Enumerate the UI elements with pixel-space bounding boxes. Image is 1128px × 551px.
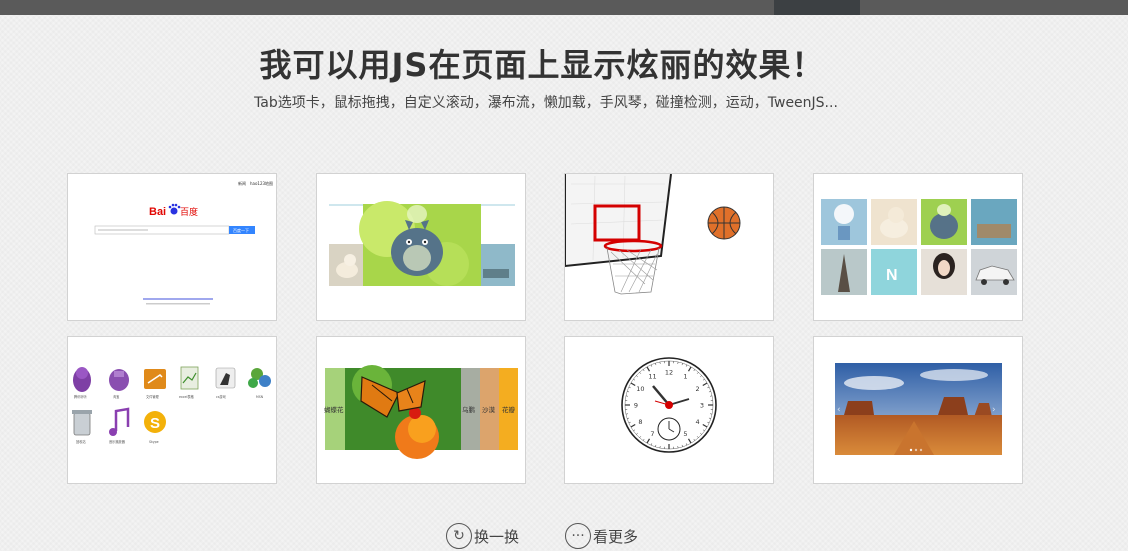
- bottom-actions: ↻ 换一换 ··· 看更多: [446, 521, 638, 551]
- svg-text:1: 1: [683, 373, 687, 381]
- svg-text:5: 5: [683, 430, 687, 438]
- folder-icon: [144, 369, 166, 389]
- svg-text:7: 7: [650, 430, 654, 438]
- more-button[interactable]: ··· 看更多: [565, 523, 638, 549]
- svg-text:MSN: MSN: [256, 395, 264, 399]
- svg-text:N: N: [886, 267, 898, 284]
- accordion-label-4: 花瓣: [502, 405, 516, 414]
- svg-text:excel表格: excel表格: [179, 394, 195, 399]
- demo-card-basketball[interactable]: [564, 173, 774, 321]
- page-subtitle: Tab选项卡，鼠标拖拽，自定义滚动，瀑布流，懒加载，手风琴，碰撞检测，运动，Tw…: [254, 95, 838, 111]
- baidu-paw-icon: [168, 203, 181, 215]
- baidu-nav-hao123: hao123: [250, 181, 266, 186]
- svg-text:腾讯听听: 腾讯听听: [74, 394, 88, 399]
- demo-card-slideshow[interactable]: [316, 173, 526, 321]
- svg-text:淘宝: 淘宝: [113, 394, 119, 399]
- recycle-bin-icon: [72, 410, 92, 436]
- purple-penguin-icon: [73, 367, 91, 392]
- ellipsis-icon: ···: [565, 523, 592, 549]
- demo-card-landscape-slider[interactable]: ‹ ›: [813, 336, 1023, 484]
- msn-icon: [248, 368, 271, 388]
- svg-text:4: 4: [696, 418, 700, 426]
- svg-text:3: 3: [700, 401, 704, 409]
- refresh-button[interactable]: ↻ 换一换: [446, 523, 519, 549]
- svg-text:12: 12: [665, 368, 673, 376]
- svg-text:cs游戏: cs游戏: [216, 394, 227, 399]
- taobao-icon: [109, 369, 129, 391]
- demo-card-desktop[interactable]: 腾讯听听 淘宝 文件管理 excel表格 cs游戏 MSN S 回收站 音乐播放…: [67, 336, 277, 484]
- baidu-nav-map: 地图: [265, 180, 273, 186]
- slider-next-icon[interactable]: ›: [992, 405, 996, 415]
- accordion-label-3: 沙漠: [482, 405, 496, 414]
- svg-text:10: 10: [636, 385, 644, 393]
- accordion-label-2: 乌鹏: [462, 405, 476, 414]
- svg-text:回收站: 回收站: [76, 439, 86, 444]
- baidu-logo-bai: Bai: [149, 206, 166, 218]
- svg-text:文件管理: 文件管理: [146, 394, 160, 399]
- desktop-thumbnail: 腾讯听听 淘宝 文件管理 excel表格 cs游戏 MSN S 回收站 音乐播放…: [72, 366, 271, 444]
- refresh-label: 换一换: [474, 527, 520, 546]
- svg-text:8: 8: [638, 418, 642, 426]
- svg-text:音乐播放器: 音乐播放器: [109, 439, 126, 444]
- skype-icon: S: [144, 411, 166, 433]
- demo-card-clock[interactable]: 123456789101112: [564, 336, 774, 484]
- accordion-label-1: 蝴蝶花: [324, 405, 344, 414]
- svg-text:11: 11: [648, 373, 656, 381]
- clock-icon: 123456789101112: [621, 357, 717, 453]
- demo-card-image-grid[interactable]: N: [813, 173, 1023, 321]
- page-title: 我可以用JS在页面上显示炫丽的效果！: [259, 46, 825, 84]
- top-bar-active-segment: [774, 0, 860, 15]
- excel-icon: [180, 366, 199, 390]
- top-bar: [0, 0, 1128, 15]
- cs-game-icon: [215, 367, 236, 389]
- svg-text:百度一下: 百度一下: [233, 227, 249, 233]
- svg-text:9: 9: [634, 401, 638, 409]
- slideshow-thumbnail: [329, 201, 515, 286]
- baidu-thumbnail: 新闻 hao123 地图 Bai 百度 百度一下: [94, 180, 273, 305]
- more-label: 看更多: [593, 527, 639, 546]
- baidu-logo-du: 百度: [180, 206, 198, 218]
- image-grid-thumbnail: N: [821, 199, 1017, 295]
- demo-card-accordion[interactable]: 蝴蝶花 乌鹏 沙漠 花瓣: [316, 336, 526, 484]
- refresh-icon: ↻: [446, 523, 472, 549]
- svg-text:Skype: Skype: [149, 440, 159, 444]
- demo-card-baidu[interactable]: 新闻 hao123 地图 Bai 百度 百度一下: [67, 173, 277, 321]
- clock-thumbnail: 123456789101112: [621, 357, 717, 453]
- music-icon: [109, 407, 130, 436]
- baidu-nav-news: 新闻: [238, 180, 246, 186]
- landscape-slider-thumbnail: ‹ ›: [835, 363, 1002, 455]
- svg-text:2: 2: [696, 385, 700, 393]
- svg-text:S: S: [150, 415, 160, 432]
- accordion-thumbnail: 蝴蝶花 乌鹏 沙漠 花瓣: [324, 365, 518, 459]
- slider-prev-icon[interactable]: ‹: [837, 405, 841, 415]
- basketball-thumbnail: [565, 174, 741, 295]
